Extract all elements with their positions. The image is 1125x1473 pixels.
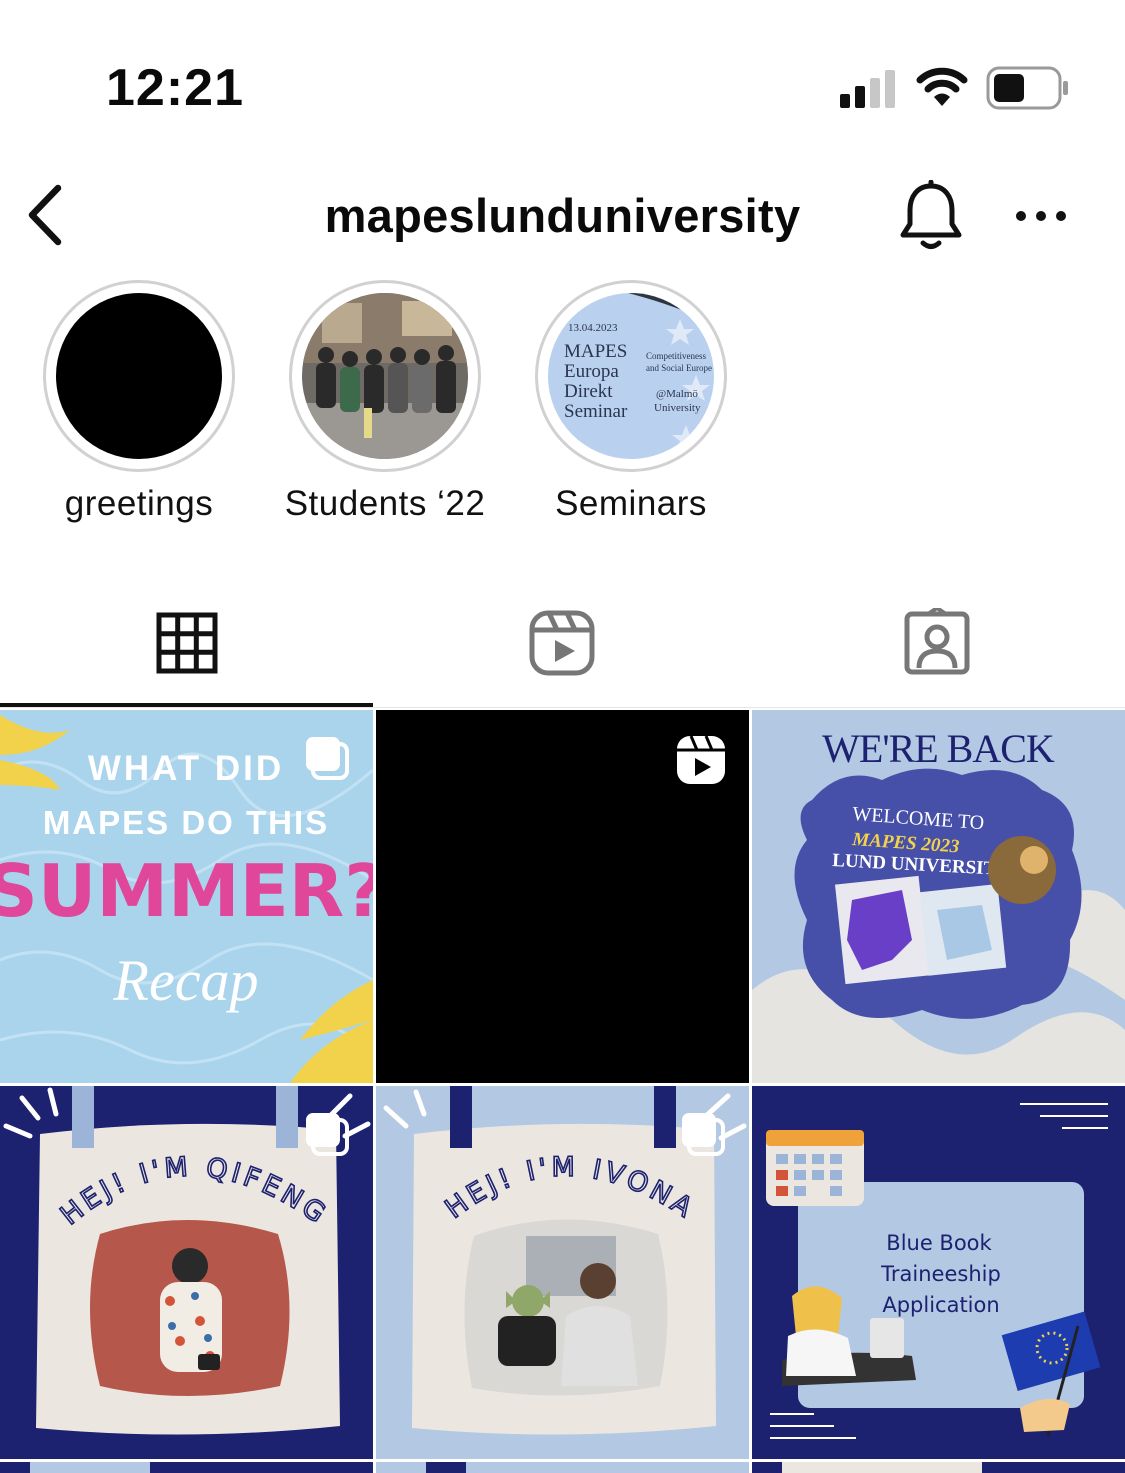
status-bar: 12:21 <box>0 0 1125 150</box>
highlight-label: Seminars <box>555 484 707 523</box>
highlight-ring: 13.04.2023 MAPES Europa Direkt Seminar C… <box>535 280 727 472</box>
carousel-icon <box>306 1113 349 1156</box>
post-text: MAPES DO THIS <box>43 804 329 841</box>
story-highlights: greetings Students ‘22 13.04.2023 MAPES … <box>0 280 1125 540</box>
post-tile[interactable]: HEJ! I'M IVONA <box>376 1086 749 1459</box>
seminar-venue-line: University <box>654 402 701 414</box>
seminar-title-line: Europa <box>564 361 619 382</box>
post-tile[interactable] <box>376 1462 749 1473</box>
post-text: WHAT DID <box>88 749 284 788</box>
highlight-greetings[interactable]: greetings <box>14 280 264 530</box>
cellular-signal-icon <box>840 70 895 108</box>
tagged-user-icon <box>904 608 970 675</box>
highlight-ring <box>289 280 481 472</box>
seminar-venue-line: @Malmö <box>656 388 698 400</box>
wifi-icon <box>916 67 968 106</box>
carousel-icon <box>682 1113 725 1156</box>
reel-icon <box>677 735 725 784</box>
seminar-title-line: Direkt <box>564 381 613 402</box>
post-text: SUMMER? <box>0 849 373 933</box>
carousel-icon <box>306 737 349 780</box>
back-chevron-icon[interactable] <box>20 180 76 250</box>
status-time: 12:21 <box>106 59 244 117</box>
seminar-title-line: MAPES <box>564 341 627 362</box>
post-tile[interactable] <box>376 710 749 1083</box>
seminar-cover-image: 13.04.2023 MAPES Europa Direkt Seminar C… <box>548 293 714 459</box>
tabs-divider <box>0 707 1125 708</box>
post-tile[interactable]: HEJ! I'M QIFENG <box>0 1086 373 1459</box>
tab-posts[interactable] <box>0 590 375 708</box>
posts-grid: WHAT DID MAPES DO THIS SUMMER? Recap WE'… <box>0 710 1125 1473</box>
seminar-title-line: Seminar <box>564 401 628 422</box>
profile-tabs <box>0 590 1125 708</box>
post-text: Blue Book <box>886 1231 992 1255</box>
tab-tagged[interactable] <box>750 590 1125 708</box>
post-text: Traineeship <box>880 1262 1001 1286</box>
more-dots-icon[interactable] <box>1010 198 1072 234</box>
post-tile[interactable] <box>752 1462 1125 1473</box>
post-text: Application <box>882 1293 999 1317</box>
highlight-cover-image <box>56 293 222 459</box>
post-tile[interactable] <box>0 1462 373 1473</box>
highlight-students[interactable]: Students ‘22 <box>260 280 510 530</box>
post-tile[interactable]: WE'RE BACK WELCOME TO MAPES 2023 LUND UN… <box>752 710 1125 1083</box>
highlight-ring <box>43 280 235 472</box>
seminar-topic-line: Competitiveness <box>646 351 706 361</box>
post-text: Recap <box>113 948 259 1013</box>
post-tile[interactable]: Blue Book Traineeship Application <box>752 1086 1125 1459</box>
reels-icon <box>529 610 595 676</box>
bell-icon[interactable] <box>894 180 968 254</box>
seminar-date-text: 13.04.2023 <box>568 322 618 334</box>
post-text: WE'RE BACK <box>822 726 1055 771</box>
profile-header: mapeslunduniversity <box>0 160 1125 270</box>
highlight-seminars[interactable]: 13.04.2023 MAPES Europa Direkt Seminar C… <box>506 280 756 530</box>
post-tile[interactable]: WHAT DID MAPES DO THIS SUMMER? Recap <box>0 710 373 1083</box>
tab-reels[interactable] <box>375 590 750 708</box>
battery-icon <box>986 66 1068 110</box>
grid-icon <box>156 612 218 674</box>
seminar-topic-line: and Social Europe <box>646 363 712 373</box>
profile-username: mapeslunduniversity <box>324 189 801 242</box>
group-photo-image <box>302 293 468 459</box>
